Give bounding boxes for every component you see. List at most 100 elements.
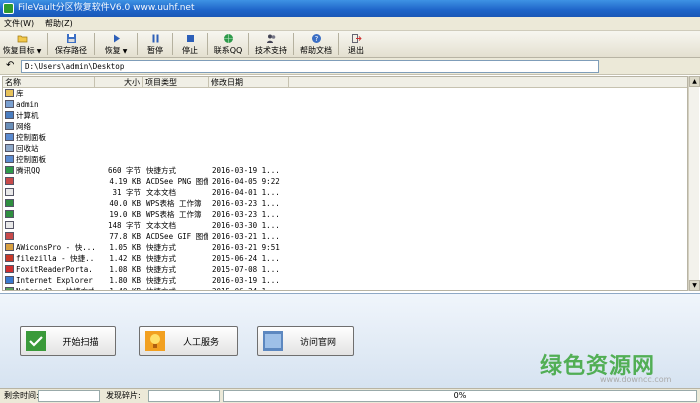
manual-service-label: 人工服务 (182, 337, 219, 348)
pause-button[interactable]: 暂停 (141, 31, 169, 58)
file-type: 快捷方式 (146, 243, 176, 252)
file-type (146, 88, 208, 99)
remaining-time-label: 剩余时间: (4, 391, 39, 400)
column-header-date[interactable]: 修改日期 (209, 77, 289, 88)
file-size (95, 110, 141, 121)
table-row[interactable]: AWiconsPro - 快... 1.05 KB 快捷方式 2016-03-21 9… (3, 242, 687, 253)
exit-button[interactable]: 退出 (342, 31, 370, 58)
toolbar-divider (248, 33, 249, 55)
table-row[interactable]: 4.19 KB ACDSee PNG 图像 2016-04-05 9:22 (3, 176, 687, 187)
file-icon (5, 198, 15, 209)
file-size: 1.08 KB (109, 265, 141, 274)
table-row[interactable]: 回收站 (3, 143, 687, 154)
file-type: 快捷方式 (146, 286, 208, 290)
table-row[interactable]: Internet Explorer 1.80 KB 快捷方式 2016-03-19 1… (3, 275, 687, 286)
table-row[interactable]: 计算机 (3, 110, 687, 121)
file-type (146, 99, 208, 110)
save-path-button[interactable]: 保存路径 (51, 31, 91, 58)
restore-button[interactable]: 恢复 ▼ (98, 31, 134, 58)
file-name: filezilla - 快捷... (16, 254, 94, 263)
table-row[interactable]: 腾讯QQ 660 字节 快捷方式 2016-03-19 1... (3, 165, 687, 176)
menu-file[interactable]: 文件(W) (0, 17, 38, 31)
table-row[interactable]: filezilla - 快捷... 1.42 KB 快捷方式 2015-06-24 1… (3, 253, 687, 264)
file-icon (5, 110, 15, 121)
file-size: 1.80 KB (109, 276, 141, 285)
list-header: 名称 大小 项目类型 修改日期 (3, 77, 687, 88)
tech-support-button[interactable]: 技术支持 (252, 31, 290, 58)
file-size: 1.40 KB (95, 286, 141, 290)
file-size (95, 143, 141, 154)
scan-progress-bar: 0% (223, 390, 697, 402)
table-row[interactable]: FoxitReaderPorta... 1.08 KB 快捷方式 2015-07-08… (3, 264, 687, 275)
file-name (16, 209, 94, 220)
menu-help[interactable]: 帮助(Z) (41, 17, 77, 31)
menu-bar: 文件(W) 帮助(Z) (0, 17, 700, 31)
table-row[interactable]: 网络 (3, 121, 687, 132)
file-size (95, 121, 141, 132)
contact-qq-button[interactable]: 联系QQ (211, 31, 245, 58)
file-icon (5, 264, 15, 275)
file-type (146, 132, 208, 143)
fragments-found-value (148, 390, 220, 402)
scroll-up-icon[interactable]: ▲ (689, 76, 700, 87)
column-header-type[interactable]: 项目类型 (143, 77, 209, 88)
column-header-size[interactable]: 大小 (95, 77, 143, 88)
file-date (212, 143, 287, 154)
tech-support-label: 技术支持 (255, 46, 287, 55)
remaining-time-value (38, 390, 100, 402)
table-row[interactable]: 控制面板 (3, 132, 687, 143)
scroll-down-icon[interactable]: ▼ (689, 280, 700, 291)
file-size: 19.0 KB (109, 210, 141, 219)
file-type: 快捷方式 (146, 265, 176, 274)
stop-button[interactable]: 停止 (176, 31, 204, 58)
table-row[interactable]: admin (3, 99, 687, 110)
file-icon (5, 187, 15, 198)
file-size: 40.0 KB (109, 199, 141, 208)
check-icon (26, 331, 46, 351)
file-type (146, 110, 208, 121)
column-header-name[interactable]: 名称 (3, 77, 95, 88)
window-title: FileVault分区恢复软件V6.0 www.uuhf.net (18, 3, 195, 13)
toolbar-divider (207, 33, 208, 55)
restore-target-button[interactable]: 恢复目标 ▼ (0, 31, 44, 58)
file-name: Internet Explorer (16, 276, 93, 285)
start-scan-button[interactable]: 开始扫描 (20, 326, 116, 356)
manual-service-button[interactable]: 人工服务 (139, 326, 238, 356)
help-docs-button[interactable]: ? 帮助文档 (297, 31, 335, 58)
table-row[interactable]: Notepad2 - 快捷方式1.40 KB 快捷方式 2015-06-24 1..… (3, 286, 687, 290)
vertical-scrollbar[interactable]: ▲ ▼ (688, 76, 700, 291)
file-name: 网络 (16, 122, 31, 131)
file-icon (5, 143, 15, 154)
back-arrow-icon[interactable]: ↶ (6, 60, 14, 71)
chevron-down-icon[interactable]: ▼ (37, 48, 42, 55)
file-name: 计算机 (16, 111, 39, 120)
file-type: 文本文档 (146, 221, 176, 230)
file-name: 腾讯QQ (16, 166, 41, 175)
file-date: 2016-04-05 9:22 (212, 177, 280, 186)
table-row[interactable]: 控制面板 (3, 154, 687, 165)
path-input[interactable]: D:\Users\admin\Desktop (21, 60, 599, 73)
chevron-down-icon[interactable]: ▼ (123, 48, 128, 55)
visit-website-button[interactable]: 访问官网 (257, 326, 354, 356)
table-row[interactable]: 库 (3, 88, 687, 99)
progress-percent: 0% (453, 391, 467, 400)
table-row[interactable]: 148 字节 文本文档 2016-03-30 1... (3, 220, 687, 231)
file-date: 2016-03-23 1... (212, 199, 280, 208)
file-type: WPS表格 工作簿 (146, 199, 202, 208)
file-type (146, 143, 208, 154)
file-type: ACDSee PNG 图像 (146, 177, 208, 186)
table-row[interactable]: 31 字节 文本文档 2016-04-01 1... (3, 187, 687, 198)
table-row[interactable]: 40.0 KB WPS表格 工作簿 2016-03-23 1... (3, 198, 687, 209)
file-type: 快捷方式 (146, 166, 176, 175)
file-date: 2015-06-24 1... (212, 286, 287, 290)
toolbar-divider (137, 33, 138, 55)
restore-label: 恢复 (104, 46, 121, 55)
toolbar-divider (94, 33, 95, 55)
exit-label: 退出 (348, 46, 364, 55)
table-row[interactable]: 19.0 KB WPS表格 工作簿 2016-03-23 1... (3, 209, 687, 220)
lightbulb-icon (145, 331, 165, 351)
help-docs-label: 帮助文档 (300, 46, 332, 55)
file-name: admin (16, 100, 39, 109)
file-size: 31 字节 (112, 188, 141, 197)
table-row[interactable]: 77.8 KB ACDSee GIF 图像 2016-03-21 1... (3, 231, 687, 242)
